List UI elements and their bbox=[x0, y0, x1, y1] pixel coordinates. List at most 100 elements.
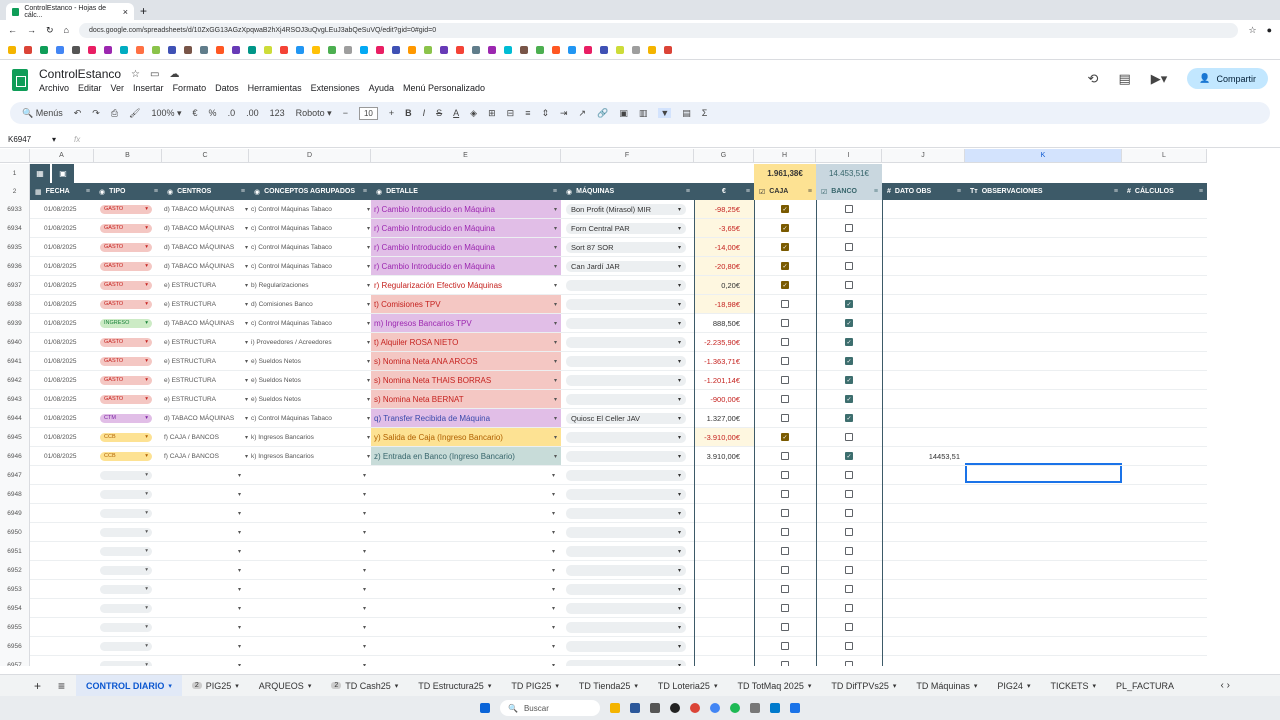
detalle-chip[interactable]: r) Cambio Introducido en Máquina ▾ bbox=[371, 257, 561, 275]
sheet-tab[interactable]: TD Tienda25 ▾ bbox=[569, 675, 648, 697]
header-centros[interactable]: ◉ CENTROS ≡ bbox=[162, 183, 249, 200]
row-number[interactable]: 6954 bbox=[0, 599, 30, 618]
banco-checkbox[interactable] bbox=[845, 566, 853, 574]
sheet-tab[interactable]: PL_FACTURA bbox=[1106, 675, 1184, 697]
document-title[interactable]: ControlEstanco bbox=[39, 67, 121, 81]
chevron-down-icon[interactable]: ▾ bbox=[1092, 682, 1096, 690]
tipo-chip[interactable]: CCB ▾ bbox=[100, 451, 152, 461]
tipo-cell[interactable]: CCB ▾ bbox=[100, 428, 152, 446]
maquina-chip[interactable]: ▾ bbox=[566, 602, 686, 614]
sheet-tab[interactable]: CONTROL DIARIO ▾ bbox=[76, 674, 182, 697]
tipo-chip[interactable]: ▾ bbox=[100, 565, 152, 575]
tipo-chip[interactable]: GASTO ▾ bbox=[100, 261, 152, 271]
detalle-cell[interactable]: ▾ bbox=[552, 466, 555, 484]
banco-cell[interactable] bbox=[816, 428, 882, 446]
tipo-chip[interactable]: GASTO ▾ bbox=[100, 204, 152, 214]
filter-icon[interactable]: ≡ bbox=[808, 188, 812, 195]
caja-checkbox[interactable]: ✓ bbox=[781, 243, 789, 251]
column-header-C[interactable]: C bbox=[162, 149, 249, 163]
bookmark-icon[interactable] bbox=[408, 45, 416, 54]
centro-cell[interactable]: ▾ bbox=[238, 656, 241, 667]
banco-checkbox[interactable]: ✓ bbox=[845, 300, 853, 308]
banco-checkbox[interactable] bbox=[845, 281, 853, 289]
banco-checkbox[interactable] bbox=[845, 490, 853, 498]
tipo-chip[interactable]: ▾ bbox=[100, 527, 152, 537]
concepto-cell[interactable]: k) Ingresos Bancarios ▾ bbox=[251, 428, 370, 446]
concepto-cell[interactable]: k) Ingresos Bancarios ▾ bbox=[251, 447, 370, 465]
fecha-cell[interactable]: 01/08/2025 bbox=[44, 276, 77, 294]
comments-icon[interactable]: ▤ bbox=[1118, 71, 1130, 87]
column-header-K[interactable]: K bbox=[965, 149, 1122, 163]
banco-cell[interactable] bbox=[816, 637, 882, 655]
fecha-cell[interactable]: 01/08/2025 bbox=[44, 257, 77, 275]
select-all-corner[interactable] bbox=[0, 149, 30, 163]
concepto-cell[interactable]: c) Control Máquinas Tabaco ▾ bbox=[251, 238, 370, 256]
insert-link-icon[interactable]: 🔗 bbox=[597, 108, 608, 119]
move-folder-icon[interactable]: ▭ bbox=[150, 69, 159, 80]
concepto-cell[interactable]: ▾ bbox=[363, 485, 366, 503]
maquina-chip[interactable]: ▾ bbox=[566, 507, 686, 519]
caja-cell[interactable]: ✓ bbox=[754, 276, 816, 294]
tipo-cell[interactable]: CTM ▾ bbox=[100, 409, 152, 427]
maquina-chip[interactable]: ▾ bbox=[566, 450, 686, 462]
detalle-cell[interactable]: r) Cambio Introducido en Máquina ▾ bbox=[371, 238, 561, 256]
sheet-tab[interactable]: 2 TD Cash25 ▾ bbox=[321, 675, 408, 697]
sheet-tab[interactable]: TD Loteria25 ▾ bbox=[648, 675, 728, 697]
detalle-chip[interactable]: t) Comisiones TPV ▾ bbox=[371, 295, 561, 313]
windows-start-icon[interactable] bbox=[480, 703, 490, 713]
maquina-cell[interactable]: ▾ bbox=[566, 561, 686, 579]
centro-cell[interactable]: ▾ bbox=[238, 504, 241, 522]
maquina-cell[interactable]: Sort 87 SOR ▾ bbox=[566, 238, 688, 256]
concepto-cell[interactable]: c) Control Máquinas Tabaco ▾ bbox=[251, 257, 370, 275]
maquina-chip[interactable]: ▾ bbox=[566, 564, 686, 576]
detalle-chip[interactable]: y) Salida de Caja (Ingreso Bancario) ▾ bbox=[371, 428, 561, 446]
caja-cell[interactable] bbox=[754, 542, 816, 560]
banco-checkbox[interactable]: ✓ bbox=[845, 357, 853, 365]
detalle-cell[interactable]: y) Salida de Caja (Ingreso Bancario) ▾ bbox=[371, 428, 561, 446]
caja-cell[interactable] bbox=[754, 618, 816, 636]
maquina-chip[interactable]: ▾ bbox=[566, 488, 686, 500]
opera-icon[interactable] bbox=[690, 703, 700, 713]
maquina-chip[interactable]: ▾ bbox=[566, 393, 686, 405]
bookmark-icon[interactable] bbox=[360, 45, 368, 54]
column-header-B[interactable]: B bbox=[94, 149, 162, 163]
maquina-cell[interactable]: ▾ bbox=[566, 485, 686, 503]
banco-cell[interactable] bbox=[816, 219, 882, 237]
tipo-chip[interactable]: CTM ▾ bbox=[100, 413, 152, 423]
tipo-cell[interactable]: CCB ▾ bbox=[100, 447, 152, 465]
banco-checkbox[interactable] bbox=[845, 243, 853, 251]
tipo-cell[interactable]: ▾ bbox=[100, 485, 152, 503]
banco-checkbox[interactable] bbox=[845, 471, 853, 479]
tipo-cell[interactable]: ▾ bbox=[100, 618, 152, 636]
chevron-down-icon[interactable]: ▾ bbox=[488, 682, 492, 690]
caja-checkbox[interactable] bbox=[781, 585, 789, 593]
header-detalle[interactable]: ◉ DETALLE ≡ bbox=[371, 183, 561, 200]
maquina-chip[interactable]: ▾ bbox=[566, 583, 686, 595]
filter-icon[interactable]: ≡ bbox=[1199, 188, 1203, 195]
tipo-cell[interactable]: ▾ bbox=[100, 637, 152, 655]
tipo-cell[interactable]: ▾ bbox=[100, 561, 152, 579]
tipo-cell[interactable]: GASTO ▾ bbox=[100, 219, 152, 237]
caja-cell[interactable] bbox=[754, 656, 816, 666]
detalle-chip[interactable]: z) Entrada en Banco (Ingreso Bancario) ▾ bbox=[371, 447, 561, 465]
banco-checkbox[interactable]: ✓ bbox=[845, 376, 853, 384]
centro-cell[interactable]: e) ESTRUCTURA ▾ bbox=[164, 276, 248, 294]
column-header-F[interactable]: F bbox=[561, 149, 694, 163]
detalle-cell[interactable]: ▾ bbox=[552, 542, 555, 560]
centro-cell[interactable]: e) ESTRUCTURA ▾ bbox=[164, 352, 248, 370]
tipo-cell[interactable]: ▾ bbox=[100, 523, 152, 541]
maquina-cell[interactable]: Bon Profit (Mirasol) MIR ▾ bbox=[566, 200, 688, 218]
bookmark-icon[interactable] bbox=[56, 45, 64, 54]
concepto-cell[interactable]: ▾ bbox=[363, 618, 366, 636]
caja-cell[interactable] bbox=[754, 352, 816, 370]
sheet-tab[interactable]: ARQUEOS ▾ bbox=[249, 675, 322, 697]
borders-icon[interactable]: ⊞ bbox=[488, 108, 496, 119]
fecha-cell[interactable]: 01/08/2025 bbox=[44, 200, 77, 218]
app-icon-2[interactable] bbox=[750, 703, 760, 713]
filter-icon[interactable]: ≡ bbox=[957, 188, 961, 195]
banco-cell[interactable] bbox=[816, 656, 882, 666]
row-number[interactable]: 6937 bbox=[0, 276, 30, 295]
bookmark-icon[interactable] bbox=[568, 45, 576, 54]
tipo-chip[interactable]: GASTO ▾ bbox=[100, 299, 152, 309]
centro-cell[interactable]: f) CAJA / BANCOS ▾ bbox=[164, 428, 248, 446]
